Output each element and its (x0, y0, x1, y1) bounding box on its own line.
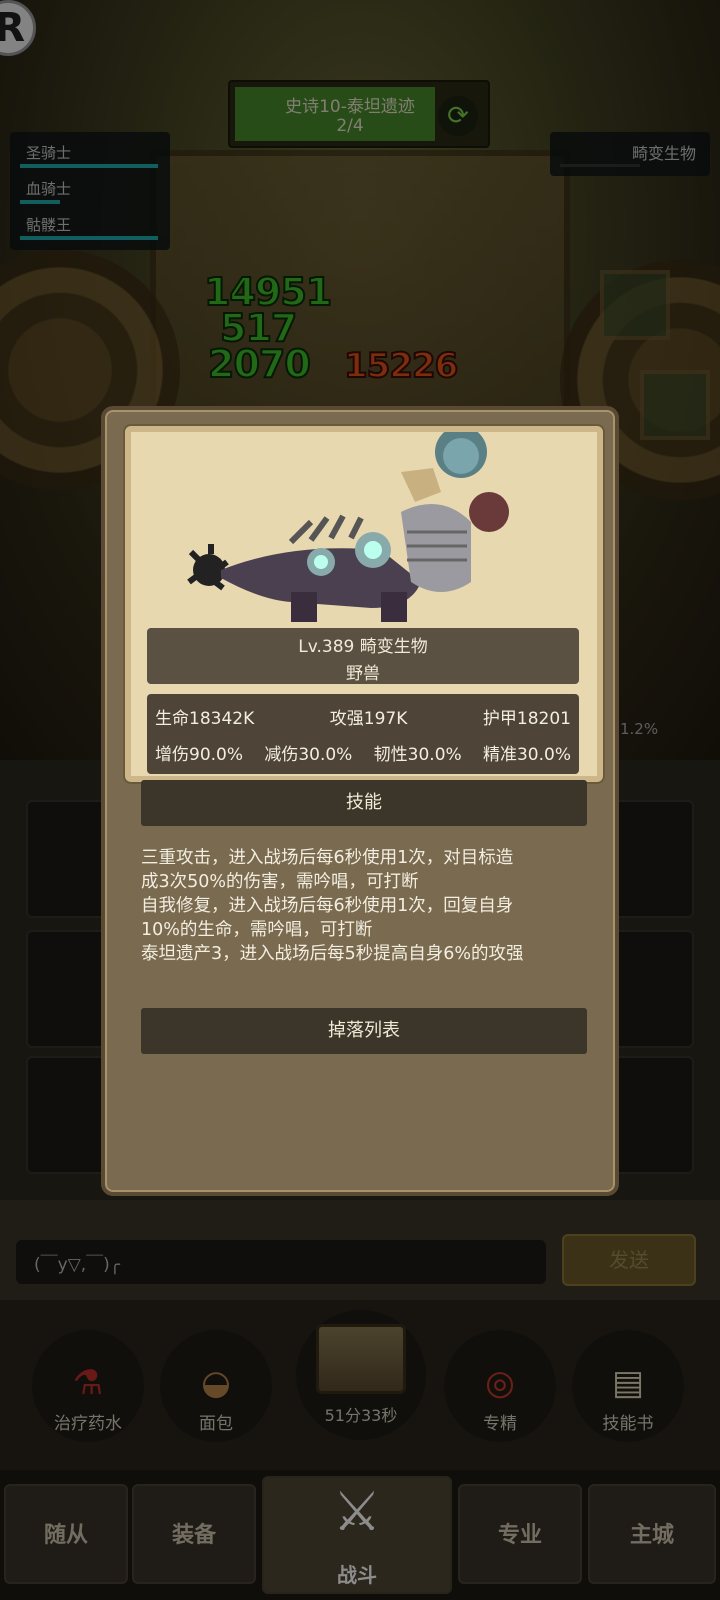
monster-portrait (187, 432, 509, 622)
skill-line: 10%的生命，需吟唱，可打断 (141, 920, 373, 940)
stat-tenacity: 韧性30.0% (373, 744, 462, 765)
monster-info-dialog: Lv.389 畸变生物 野兽 生命18342K 攻强197K 护甲18201 增… (101, 406, 619, 1196)
stat-damage-bonus: 增伤90.0% (155, 744, 244, 765)
monster-level-name: Lv.389 畸变生物 (298, 637, 428, 657)
monster-portrait-card: Lv.389 畸变生物 野兽 生命18342K 攻强197K 护甲18201 增… (125, 426, 603, 782)
skill-line: 成3次50%的伤害，需吟唱，可打断 (141, 872, 419, 892)
monster-stats: 生命18342K 攻强197K 护甲18201 增伤90.0% 减伤30.0% … (147, 694, 579, 774)
monster-type: 野兽 (346, 664, 380, 684)
monster-name-band: Lv.389 畸变生物 野兽 (147, 628, 579, 684)
skill-line: 泰坦遗产3，进入战场后每5秒提高自身6%的攻强 (141, 944, 524, 964)
skills-header: 技能 (141, 780, 587, 826)
stat-attack: 攻强197K (329, 708, 408, 729)
skill-line: 自我修复，进入战场后每6秒使用1次，回复自身 (141, 896, 514, 916)
stat-hp: 生命18342K (155, 708, 255, 729)
stat-armor: 护甲18201 (482, 708, 571, 729)
skills-description: 三重攻击，进入战场后每6秒使用1次，对目标造 成3次50%的伤害，需吟唱，可打断… (141, 846, 587, 966)
skill-line: 三重攻击，进入战场后每6秒使用1次，对目标造 (141, 848, 514, 868)
drop-list-button[interactable]: 掉落列表 (141, 1008, 587, 1054)
stat-damage-reduction: 减伤30.0% (264, 744, 353, 765)
stat-accuracy: 精准30.0% (482, 744, 571, 765)
